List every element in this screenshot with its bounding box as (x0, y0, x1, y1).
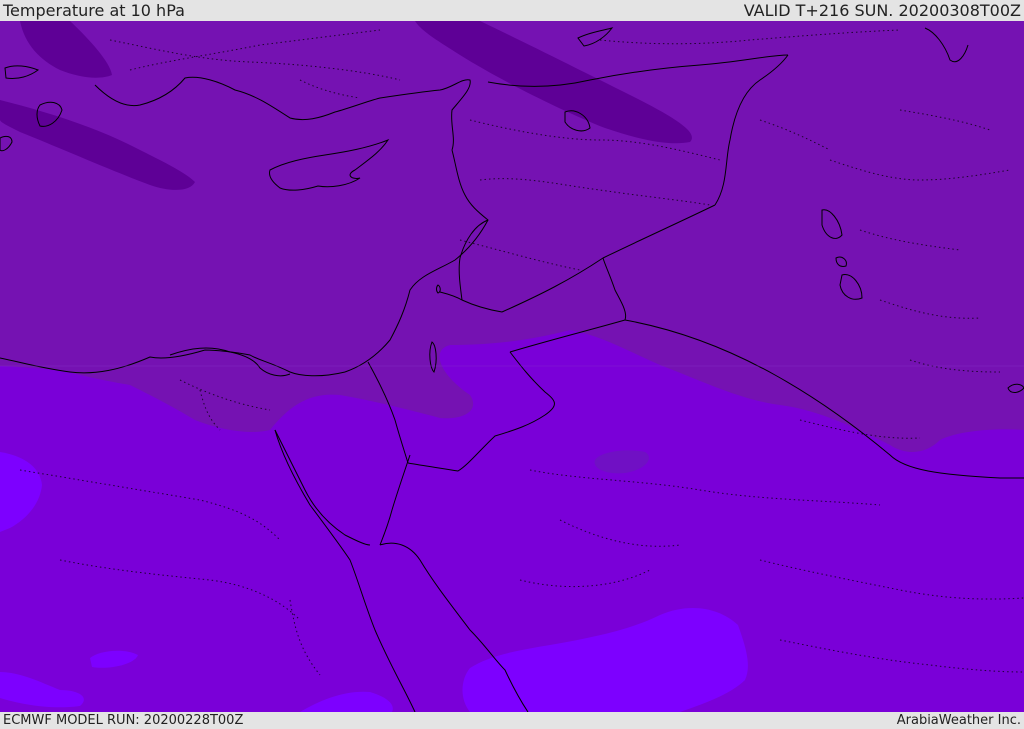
model-run-label: ECMWF MODEL RUN: 20200228T00Z (3, 713, 244, 728)
header-bar: Temperature at 10 hPa VALID T+216 SUN. 2… (0, 0, 1024, 21)
footer-bar: ECMWF MODEL RUN: 20200228T00Z ArabiaWeat… (0, 712, 1024, 729)
map-canvas[interactable] (0, 21, 1024, 712)
valid-time-label: VALID T+216 SUN. 20200308T00Z (743, 1, 1021, 20)
credit-label: ArabiaWeather Inc. (896, 713, 1021, 728)
map-title: Temperature at 10 hPa (3, 1, 185, 20)
